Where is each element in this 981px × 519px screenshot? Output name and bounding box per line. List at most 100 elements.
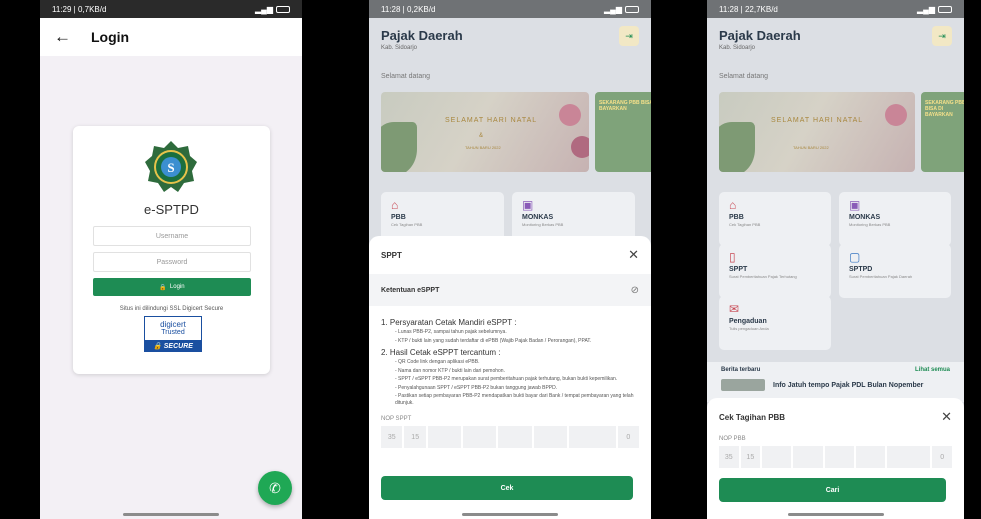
- status-time: 11:28 | 22,7KB/d: [719, 4, 778, 14]
- flower-decoration: [571, 136, 589, 158]
- nop-segment[interactable]: 35: [719, 446, 739, 468]
- close-icon[interactable]: ✕: [628, 247, 639, 263]
- banner-subtitle: TAHUN BARU 2022: [793, 145, 829, 150]
- nop-segment[interactable]: [762, 446, 792, 468]
- nop-segment[interactable]: 15: [740, 446, 761, 468]
- login-screen: 11:29 | 0,7KB/d ▂▄▆ ← Login S e-SPTPD Us…: [40, 0, 302, 519]
- whatsapp-button[interactable]: ✆: [258, 471, 292, 505]
- home-header: Pajak Daerah Kab. Sidoarjo: [369, 18, 651, 60]
- nop-segment[interactable]: 0: [617, 426, 639, 448]
- banner-subtitle: TAHUN BARU 2022: [465, 145, 501, 150]
- pbb-promo-banner[interactable]: SEKARANG PBB BISA DI BAYARKAN: [595, 92, 651, 172]
- gesture-bar: [787, 513, 884, 516]
- flower-decoration: [559, 104, 581, 126]
- status-bar: 11:29 | 0,7KB/d ▂▄▆: [40, 0, 302, 18]
- nop-segment[interactable]: [887, 446, 931, 468]
- nop-segment[interactable]: [793, 446, 823, 468]
- news-item[interactable]: Info Jatuh tempo Pajak PDL Bulan Nopembe…: [721, 379, 950, 391]
- sppt-bottom-sheet: SPPT ✕ Ketentuan eSPPT ⊘ 1. Persyaratan …: [369, 236, 651, 519]
- sheet-header: SPPT ✕: [369, 236, 651, 274]
- rule-item: - SPPT / eSPPT PBB-P2 merupakan surat pe…: [395, 376, 618, 382]
- banner-title: SELAMAT HARI NATAL: [771, 117, 864, 124]
- page-title: Pajak Daerah: [719, 28, 801, 43]
- christmas-banner[interactable]: SELAMAT HARI NATAL & TAHUN BARU 2022: [381, 92, 589, 172]
- nop-segment[interactable]: [568, 426, 616, 448]
- app-name: e-SPTPD: [144, 202, 199, 217]
- welcome-text: Selamat datang: [719, 73, 769, 80]
- menu-tile-monkas[interactable]: ▣ MONKAS Monitoring Berkas PBB: [839, 192, 951, 246]
- nop-segment[interactable]: [824, 446, 855, 468]
- menu-tile-sppt[interactable]: ▯ SPPT Surat Pemberitahuan Pajak Terhuta…: [719, 244, 831, 298]
- home-icon: ⌂: [729, 198, 737, 212]
- sheet-title: SPPT: [381, 250, 402, 260]
- sheet-title: Cek Tagihan PBB: [719, 412, 786, 422]
- monitor-icon: ▣: [849, 198, 861, 212]
- page-subtitle: Kab. Sidoarjo: [719, 45, 756, 51]
- whatsapp-icon: ✆: [269, 479, 281, 496]
- document-icon: ▢: [849, 250, 861, 264]
- rules-heading: 2. Hasil Cetak eSPPT tercantum :: [381, 348, 501, 357]
- signal-icon: ▂▄▆: [917, 5, 952, 14]
- logout-icon[interactable]: ⇥: [932, 26, 952, 46]
- login-button[interactable]: 🔒 Login: [93, 278, 251, 296]
- gesture-bar: [462, 513, 558, 516]
- sheet-subtitle: Ketentuan eSPPT: [381, 286, 440, 294]
- svg-text:S: S: [167, 160, 174, 175]
- back-arrow-icon[interactable]: ←: [54, 27, 71, 47]
- home-icon: ⌂: [391, 198, 399, 212]
- cek-button[interactable]: Cek: [381, 476, 633, 500]
- tile-title: SPTPD: [849, 266, 873, 273]
- tile-subtitle: Monitoring Berkas PBB: [522, 222, 564, 227]
- eye-off-icon[interactable]: ⊘: [631, 285, 639, 296]
- seal-secure: SECURE: [163, 342, 193, 350]
- christmas-banner[interactable]: SELAMAT HARI NATAL TAHUN BARU 2022: [719, 92, 915, 172]
- rules-list: 1. Persyaratan Cetak Mandiri eSPPT : - L…: [369, 306, 651, 406]
- username-input[interactable]: Username: [93, 226, 251, 246]
- digicert-seal[interactable]: digicert Trusted 🔒 SECURE: [144, 316, 202, 352]
- page-title: Pajak Daerah: [381, 28, 463, 43]
- nop-segment[interactable]: 0: [932, 446, 952, 468]
- nop-segment[interactable]: 15: [404, 426, 426, 448]
- menu-tile-pengaduan[interactable]: ✉ Pengaduan Tulis pengaduan Anda: [719, 296, 831, 350]
- login-card: S e-SPTPD Username Password 🔒 Login Situ…: [73, 126, 270, 374]
- sheet-header: Cek Tagihan PBB ✕: [707, 398, 964, 436]
- gesture-bar: [123, 513, 219, 516]
- battery-icon: [276, 5, 290, 13]
- status-bar: 11:28 | 22,7KB/d ▂▄▆: [707, 0, 964, 18]
- sppt-screen: 11:28 | 0,2KB/d ▂▄▆ Pajak Daerah Kab. Si…: [369, 0, 651, 519]
- tile-title: MONKAS: [522, 214, 554, 221]
- see-all-link[interactable]: Lihat semua: [915, 367, 950, 373]
- nop-segment[interactable]: [427, 426, 462, 448]
- tile-title: SPPT: [729, 266, 748, 273]
- welcome-text: Selamat datang: [381, 73, 431, 80]
- pbb-promo-banner[interactable]: SEKARANG PBB BISA DI BAYARKAN: [921, 92, 964, 172]
- close-icon[interactable]: ✕: [941, 409, 952, 425]
- login-button-label: Login: [169, 284, 185, 290]
- nop-segment[interactable]: 35: [381, 426, 403, 448]
- bookmark-icon: ▯: [729, 250, 736, 264]
- rule-item: - Lunas PBB-P2, sampai tahun pajak sebel…: [395, 329, 507, 335]
- ssl-notice: Situs ini dilindungi SSL Digicert Secure: [119, 306, 224, 312]
- flower-decoration: [885, 104, 907, 126]
- password-input[interactable]: Password: [93, 252, 251, 272]
- nop-segment[interactable]: [463, 426, 497, 448]
- seal-trusted: Trusted: [161, 329, 185, 336]
- menu-tile-sptpd[interactable]: ▢ SPTPD Surat Pemberitahuan Pajak Daerah: [839, 244, 951, 298]
- rule-item: - QR Code link dengan aplikasi ePBB.: [395, 359, 480, 365]
- tile-subtitle: Tulis pengaduan Anda: [729, 326, 769, 331]
- nop-segment[interactable]: [498, 426, 532, 448]
- cari-button[interactable]: Cari: [719, 478, 946, 502]
- news-heading: Berita terbaru: [721, 367, 761, 373]
- nop-input-group: 35 15 0: [369, 422, 651, 448]
- mail-icon: ✉: [729, 302, 740, 316]
- battery-icon: [625, 5, 639, 13]
- tile-title: PBB: [391, 214, 406, 221]
- nop-segment[interactable]: [856, 446, 886, 468]
- menu-tile-pbb[interactable]: ⌂ PBB Cek Tagihan PBB: [719, 192, 831, 246]
- logout-icon[interactable]: ⇥: [619, 26, 639, 46]
- tile-subtitle: Surat Pemberitahuan Pajak Daerah: [849, 274, 913, 279]
- news-thumbnail: [721, 379, 765, 391]
- tile-subtitle: Surat Pemberitahuan Pajak Terhutang: [729, 274, 797, 279]
- nop-segment[interactable]: [533, 426, 567, 448]
- promo-text: SEKARANG PBB BISA DI BAYARKAN: [925, 100, 964, 118]
